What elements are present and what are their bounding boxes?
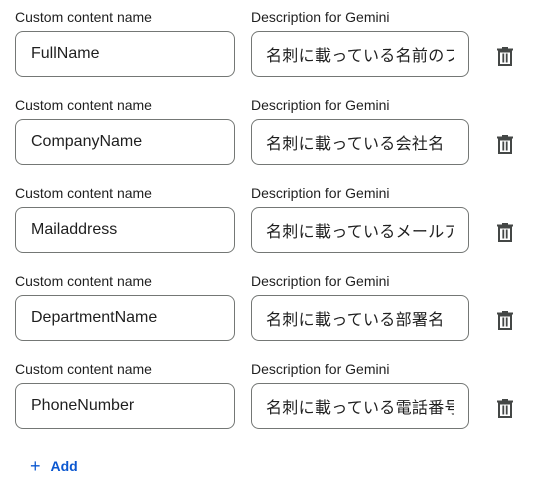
trash-icon bbox=[497, 223, 513, 242]
custom-content-name-label: Custom content name bbox=[15, 9, 152, 25]
description-input[interactable] bbox=[252, 296, 468, 340]
custom-content-name-label: Custom content name bbox=[15, 185, 152, 201]
description-label: Description for Gemini bbox=[251, 185, 390, 201]
delete-row-button[interactable] bbox=[489, 392, 521, 424]
delete-row-button[interactable] bbox=[489, 216, 521, 248]
custom-content-name-field[interactable] bbox=[15, 119, 235, 165]
custom-content-name-label: Custom content name bbox=[15, 273, 152, 289]
trash-icon bbox=[497, 135, 513, 154]
add-button[interactable]: + Add bbox=[22, 452, 86, 480]
description-field[interactable] bbox=[251, 119, 469, 165]
description-label: Description for Gemini bbox=[251, 9, 390, 25]
custom-content-row: Custom content name Description for Gemi… bbox=[0, 176, 533, 264]
description-label: Description for Gemini bbox=[251, 273, 390, 289]
trash-icon bbox=[497, 311, 513, 330]
custom-content-row: Custom content name Description for Gemi… bbox=[0, 0, 533, 88]
custom-content-name-input[interactable] bbox=[16, 32, 234, 76]
custom-content-name-input[interactable] bbox=[16, 120, 234, 164]
custom-content-name-field[interactable] bbox=[15, 207, 235, 253]
custom-content-name-field[interactable] bbox=[15, 383, 235, 429]
custom-content-row: Custom content name Description for Gemi… bbox=[0, 264, 533, 352]
description-input[interactable] bbox=[252, 120, 468, 164]
custom-content-row: Custom content name Description for Gemi… bbox=[0, 88, 533, 176]
custom-content-name-field[interactable] bbox=[15, 31, 235, 77]
delete-row-button[interactable] bbox=[489, 304, 521, 336]
trash-icon bbox=[497, 47, 513, 66]
trash-icon bbox=[497, 399, 513, 418]
custom-content-name-input[interactable] bbox=[16, 296, 234, 340]
plus-icon: + bbox=[30, 456, 41, 476]
custom-content-name-label: Custom content name bbox=[15, 361, 152, 377]
description-field[interactable] bbox=[251, 295, 469, 341]
description-input[interactable] bbox=[252, 208, 468, 252]
custom-content-row: Custom content name Description for Gemi… bbox=[0, 352, 533, 440]
custom-content-name-input[interactable] bbox=[16, 384, 234, 428]
description-label: Description for Gemini bbox=[251, 97, 390, 113]
description-field[interactable] bbox=[251, 383, 469, 429]
delete-row-button[interactable] bbox=[489, 40, 521, 72]
description-field[interactable] bbox=[251, 31, 469, 77]
custom-content-name-input[interactable] bbox=[16, 208, 234, 252]
description-label: Description for Gemini bbox=[251, 361, 390, 377]
description-input[interactable] bbox=[252, 384, 468, 428]
custom-content-name-field[interactable] bbox=[15, 295, 235, 341]
custom-content-name-label: Custom content name bbox=[15, 97, 152, 113]
add-button-label: Add bbox=[50, 458, 78, 474]
description-input[interactable] bbox=[252, 32, 468, 76]
delete-row-button[interactable] bbox=[489, 128, 521, 160]
description-field[interactable] bbox=[251, 207, 469, 253]
